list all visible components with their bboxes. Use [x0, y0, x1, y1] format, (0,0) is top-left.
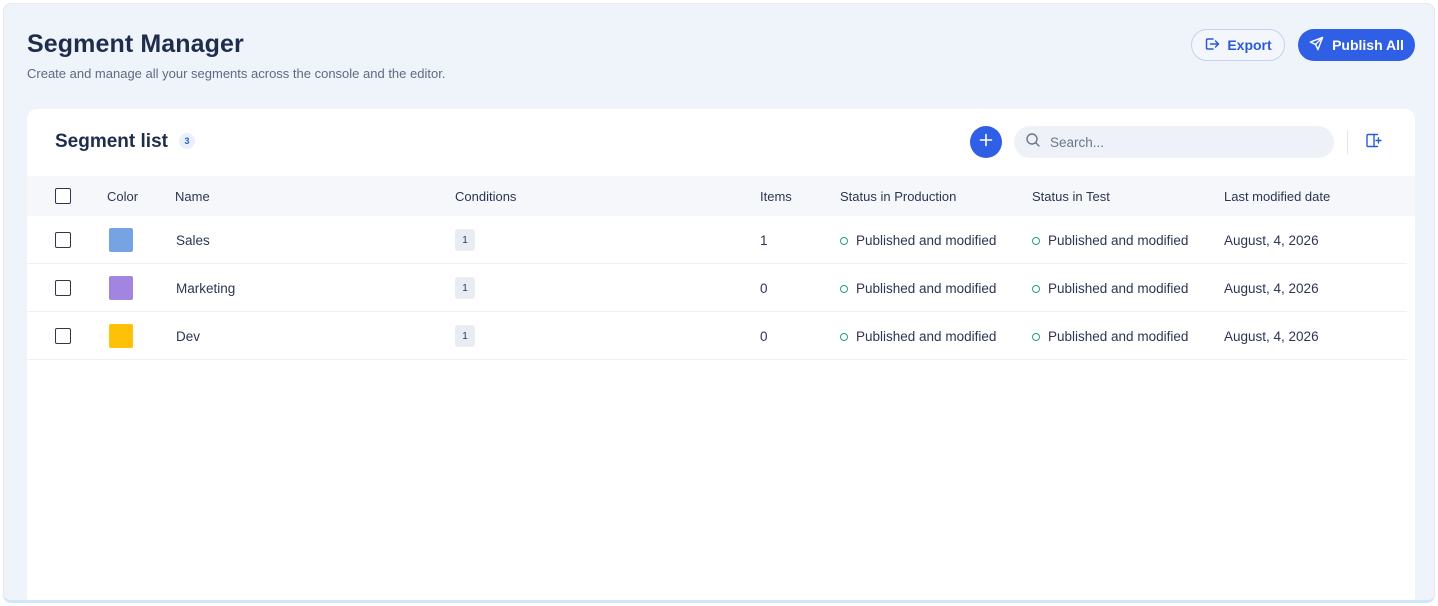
page-frame: Segment Manager Create and manage all yo…: [3, 3, 1435, 603]
export-button[interactable]: Export: [1191, 29, 1285, 61]
table-row[interactable]: Marketing 1 0 Published and modified Pub…: [27, 264, 1407, 312]
column-header-color: Color: [107, 189, 139, 204]
plus-icon: [979, 133, 993, 152]
conditions-badge[interactable]: 1: [455, 229, 475, 251]
status-dot-icon: [840, 332, 848, 341]
export-label: Export: [1227, 37, 1272, 53]
table-row[interactable]: Sales 1 1 Published and modified Publish…: [27, 216, 1407, 264]
items-count: 1: [760, 233, 768, 248]
add-column-icon: [1365, 132, 1382, 154]
status-production: Published and modified: [840, 233, 996, 248]
last-modified-date: August, 4, 2026: [1224, 329, 1319, 344]
status-dot-icon: [840, 284, 848, 293]
select-all-checkbox[interactable]: [55, 188, 71, 204]
column-header-items[interactable]: Items: [760, 189, 792, 204]
status-dot-icon: [840, 236, 848, 245]
segment-name[interactable]: Sales: [176, 233, 210, 248]
column-header-status-production[interactable]: Status in Production: [840, 189, 956, 204]
page-subtitle: Create and manage all your segments acro…: [27, 66, 446, 81]
status-test-text: Published and modified: [1048, 281, 1189, 296]
table-row[interactable]: Dev 1 0 Published and modified Published…: [27, 312, 1407, 360]
row-checkbox[interactable]: [55, 232, 71, 248]
status-dot-icon: [1032, 284, 1040, 293]
conditions-badge[interactable]: 1: [455, 277, 475, 299]
publish-all-button[interactable]: Publish All: [1298, 29, 1415, 61]
toolbar-divider: [1347, 130, 1348, 154]
page-title: Segment Manager: [27, 30, 244, 58]
status-test-text: Published and modified: [1048, 329, 1189, 344]
status-test: Published and modified: [1032, 281, 1188, 296]
segment-color-swatch: [109, 276, 133, 300]
status-production-text: Published and modified: [856, 281, 997, 296]
segment-color-swatch: [109, 228, 133, 252]
segment-name[interactable]: Dev: [176, 329, 200, 344]
status-dot-icon: [1032, 236, 1040, 245]
status-production-text: Published and modified: [856, 233, 997, 248]
segment-name[interactable]: Marketing: [176, 281, 235, 296]
status-test: Published and modified: [1032, 233, 1188, 248]
items-count: 0: [760, 329, 768, 344]
last-modified-date: August, 4, 2026: [1224, 281, 1319, 296]
status-test-text: Published and modified: [1048, 233, 1189, 248]
last-modified-date: August, 4, 2026: [1224, 233, 1319, 248]
items-count: 0: [760, 281, 768, 296]
row-checkbox[interactable]: [55, 328, 71, 344]
segment-list-card: Segment list 3 Search... Color Name Cond…: [27, 109, 1415, 600]
publish-all-label: Publish All: [1332, 37, 1404, 53]
segment-color-swatch: [109, 324, 133, 348]
export-icon: [1204, 36, 1220, 55]
conditions-badge[interactable]: 1: [455, 325, 475, 347]
segment-list-title: Segment list: [55, 131, 168, 152]
send-icon: [1309, 36, 1324, 54]
column-header-conditions[interactable]: Conditions: [455, 189, 516, 204]
add-segment-button[interactable]: [970, 126, 1002, 158]
row-checkbox[interactable]: [55, 280, 71, 296]
column-header-last-modified[interactable]: Last modified date: [1224, 189, 1330, 204]
add-column-button[interactable]: [1363, 133, 1383, 153]
status-dot-icon: [1032, 332, 1040, 341]
table-header: Color Name Conditions Items Status in Pr…: [27, 176, 1415, 216]
column-header-status-test[interactable]: Status in Test: [1032, 189, 1110, 204]
search-box[interactable]: [1014, 126, 1334, 158]
status-production: Published and modified: [840, 329, 996, 344]
column-header-name[interactable]: Name: [175, 189, 210, 204]
status-test: Published and modified: [1032, 329, 1188, 344]
status-production-text: Published and modified: [856, 329, 997, 344]
segment-count-badge: 3: [179, 133, 195, 149]
search-input[interactable]: [1050, 134, 1310, 150]
search-icon: [1025, 132, 1041, 153]
status-production: Published and modified: [840, 281, 996, 296]
